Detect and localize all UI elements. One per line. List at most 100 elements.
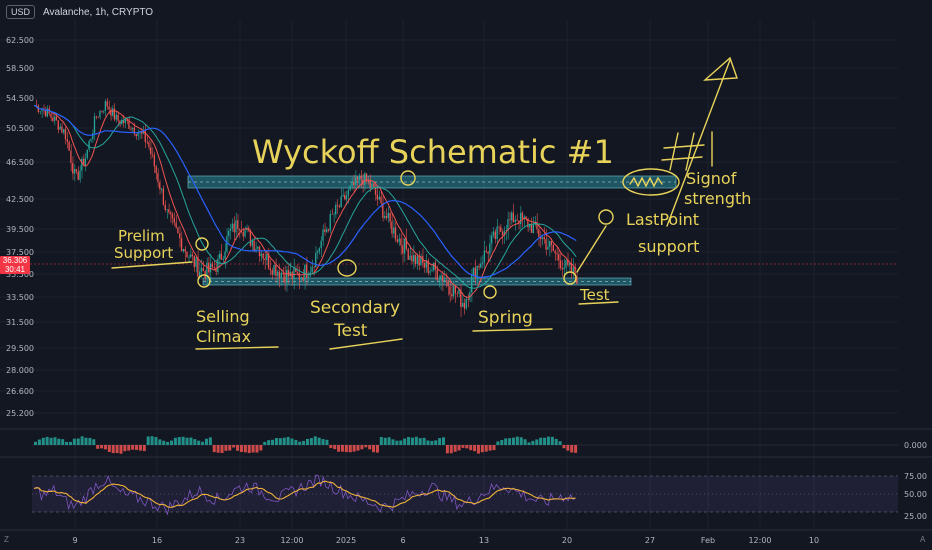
candle-body xyxy=(563,267,565,270)
momentum-bar xyxy=(162,440,166,445)
candle-body xyxy=(153,154,155,167)
momentum-bar xyxy=(465,445,469,449)
candle-body xyxy=(99,111,101,118)
candle-body xyxy=(233,223,235,233)
price-axis: 62.500 58.500 54.500 50.500 46.500 42.500 39.5… xyxy=(6,36,34,418)
currency-badge[interactable]: USD xyxy=(6,5,36,19)
candle-body xyxy=(110,109,112,116)
candle-body xyxy=(507,219,509,231)
candle-body xyxy=(521,212,524,219)
candle-body xyxy=(465,298,467,309)
candle-body xyxy=(487,252,489,254)
candle-body xyxy=(186,251,188,258)
price-tick-label: 28.000 xyxy=(6,366,34,375)
candle-body xyxy=(106,101,108,107)
candle-body xyxy=(478,265,480,268)
candle-body xyxy=(501,231,504,236)
momentum-bar xyxy=(34,441,37,445)
timezone-corner[interactable]: Z xyxy=(4,535,9,544)
momentum-bar xyxy=(278,438,282,445)
candle-body xyxy=(447,280,449,287)
candle-body xyxy=(202,268,204,272)
momentum-bar xyxy=(204,438,208,445)
price-tick-label: 25.200 xyxy=(6,409,34,418)
momentum-bar xyxy=(138,445,142,451)
candle-body xyxy=(364,173,366,185)
momentum-bar xyxy=(492,445,496,451)
momentum-bar xyxy=(480,445,484,453)
momentum-bar xyxy=(84,437,88,445)
lps-label-2: support xyxy=(638,237,699,256)
momentum-bar xyxy=(333,445,337,450)
candle-body xyxy=(260,253,262,257)
candle-body xyxy=(97,117,99,118)
candle-body xyxy=(175,222,177,228)
momentum-bar xyxy=(247,445,251,454)
prelim-label-1: Prelim xyxy=(118,227,165,245)
price-tick-label: 33.500 xyxy=(6,293,34,302)
last-price-value: 36.306 xyxy=(2,256,28,265)
symbol-line[interactable]: Avalanche, 1h, CRYPTO xyxy=(43,7,153,18)
candle-body xyxy=(306,264,308,278)
momentum-bar xyxy=(68,441,72,445)
momentum-axis-label: 0.000 xyxy=(904,441,927,450)
candle-body xyxy=(131,127,134,130)
momentum-bar xyxy=(546,436,550,445)
candle-body xyxy=(454,286,456,294)
price-tick-label: 58.500 xyxy=(6,64,34,73)
test-label: Test xyxy=(579,286,610,304)
momentum-bar xyxy=(313,436,317,445)
candle-body xyxy=(61,126,63,133)
candle-body xyxy=(217,258,219,273)
candle-body xyxy=(113,108,116,120)
momentum-bar xyxy=(251,445,255,453)
momentum-bar xyxy=(76,438,80,445)
candle-body xyxy=(284,274,286,283)
candle-body xyxy=(471,275,473,293)
trading-chart[interactable]: 62.500 58.500 54.500 50.500 46.500 42.500 39.5… xyxy=(0,0,932,550)
candle-body xyxy=(461,303,464,307)
momentum-bar xyxy=(294,439,298,445)
momentum-bar xyxy=(271,439,275,445)
candle-body xyxy=(237,220,239,229)
candle-body xyxy=(59,126,61,130)
candle-body xyxy=(358,175,360,181)
auto-scale-button[interactable]: A xyxy=(920,535,925,544)
candle-body xyxy=(296,271,299,273)
momentum-bar xyxy=(185,437,189,445)
momentum-bar xyxy=(131,445,135,450)
candle-body xyxy=(340,196,342,207)
candle-body xyxy=(238,228,241,230)
candle-body xyxy=(331,213,333,215)
momentum-bar xyxy=(558,441,562,445)
momentum-bar xyxy=(523,439,527,445)
candle-body xyxy=(414,255,417,264)
candle-body xyxy=(324,229,326,232)
momentum-bar xyxy=(232,445,236,448)
momentum-bar xyxy=(337,445,341,452)
candle-body xyxy=(189,254,192,258)
candle-body xyxy=(108,106,110,110)
rsi-axis-label: 75.00 xyxy=(904,472,927,481)
momentum-bar xyxy=(504,438,508,445)
candle-body xyxy=(445,280,447,281)
momentum-bar xyxy=(286,436,290,445)
time-tick-label: 23 xyxy=(235,536,245,545)
climax-underline xyxy=(195,346,279,350)
candle-body xyxy=(222,258,224,260)
candle-body xyxy=(95,116,97,118)
momentum-bar xyxy=(407,436,411,445)
candle-body xyxy=(64,129,67,140)
wyckoff-annotations xyxy=(111,56,738,350)
candle-body xyxy=(403,238,406,254)
time-axis: 9 16 23 12:00 2025 6 13 20 27 Feb 12:00 10 xyxy=(72,536,819,545)
candle-body xyxy=(393,227,395,234)
candle-body xyxy=(568,263,571,265)
candle-body xyxy=(269,268,272,271)
candle-body xyxy=(349,185,351,190)
candle-body xyxy=(543,237,545,240)
momentum-bar xyxy=(515,436,519,445)
candle-body xyxy=(558,254,560,261)
candle-body xyxy=(538,229,540,237)
momentum-bar xyxy=(228,445,232,451)
